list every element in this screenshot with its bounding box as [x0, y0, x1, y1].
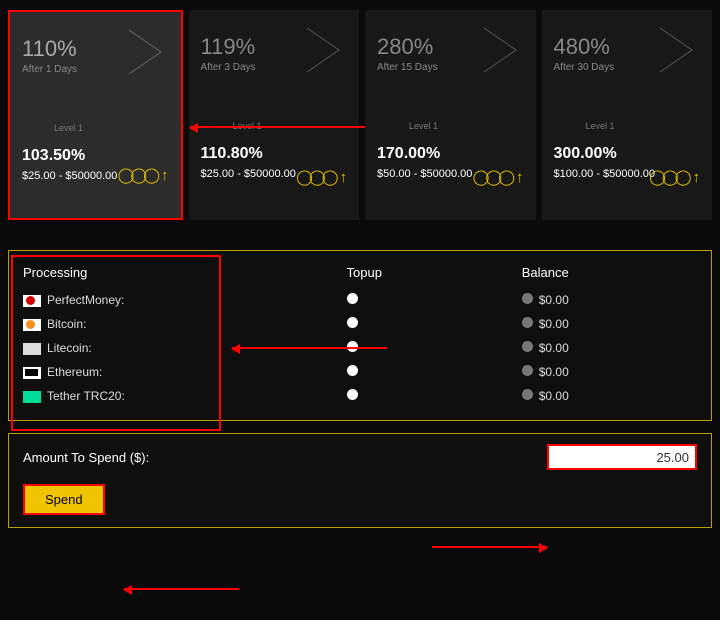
- plan-value: 300.00%: [554, 145, 701, 163]
- balance-value: $0.00: [539, 365, 569, 379]
- plan-level: Level 1: [554, 121, 701, 131]
- plan-value: 110.80%: [201, 145, 348, 163]
- table-row: Tether TRC20: $0.00: [23, 384, 697, 408]
- balance-radio[interactable]: [522, 389, 533, 400]
- plan-card-2[interactable]: 119% After 3 Days Level 1 110.80% $25.00…: [189, 10, 360, 220]
- plan-level: Level 1: [377, 121, 524, 131]
- processing-panel: Processing Topup Balance PerfectMoney: $…: [8, 250, 712, 421]
- processor-name: Ethereum:: [47, 365, 102, 379]
- balance-value: $0.00: [539, 317, 569, 331]
- plan-card-1[interactable]: 110% After 1 Days Level 1 103.50% $25.00…: [8, 10, 183, 220]
- coins-up-icon: ◯◯◯↑: [473, 168, 524, 186]
- table-row: Ethereum: $0.00: [23, 360, 697, 384]
- topup-radio[interactable]: [347, 317, 358, 328]
- table-header: Processing Topup Balance: [23, 261, 697, 288]
- plan-card-3[interactable]: 280% After 15 Days Level 1 170.00% $50.0…: [365, 10, 536, 220]
- table-row: Litecoin: $0.00: [23, 336, 697, 360]
- balance-radio[interactable]: [522, 317, 533, 328]
- processor-name: Bitcoin:: [47, 317, 86, 331]
- processor-name: PerfectMoney:: [47, 293, 124, 307]
- plans-row: 110% After 1 Days Level 1 103.50% $25.00…: [8, 10, 712, 220]
- plan-value: 103.50%: [22, 147, 169, 165]
- chevron-icon: [303, 24, 345, 76]
- header-balance: Balance: [522, 265, 697, 280]
- processor-name: Litecoin:: [47, 341, 92, 355]
- coins-up-icon: ◯◯◯↑: [118, 166, 169, 184]
- amount-panel: Amount To Spend ($): Spend: [8, 433, 712, 528]
- balance-value: $0.00: [539, 341, 569, 355]
- bitcoin-icon: [23, 319, 41, 331]
- tether-trc20-icon: [23, 391, 41, 403]
- perfectmoney-icon: [23, 295, 41, 307]
- header-topup: Topup: [347, 265, 522, 280]
- balance-value: $0.00: [539, 389, 569, 403]
- plan-level: Level 1: [201, 121, 348, 131]
- header-processing: Processing: [23, 265, 347, 280]
- chevron-icon: [125, 26, 167, 78]
- amount-label: Amount To Spend ($):: [23, 450, 149, 465]
- processor-name: Tether TRC20:: [47, 389, 125, 403]
- ethereum-icon: [23, 367, 41, 379]
- topup-radio[interactable]: [347, 293, 358, 304]
- topup-radio[interactable]: [347, 389, 358, 400]
- topup-radio[interactable]: [347, 365, 358, 376]
- plan-value: 170.00%: [377, 145, 524, 163]
- coins-up-icon: ◯◯◯↑: [649, 168, 700, 186]
- topup-radio[interactable]: [347, 341, 358, 352]
- plan-card-4[interactable]: 480% After 30 Days Level 1 300.00% $100.…: [542, 10, 713, 220]
- coins-up-icon: ◯◯◯↑: [296, 168, 347, 186]
- chevron-icon: [480, 24, 522, 76]
- annotation-arrow: [124, 588, 239, 590]
- chevron-icon: [656, 24, 698, 76]
- litecoin-icon: [23, 343, 41, 355]
- table-row: Bitcoin: $0.00: [23, 312, 697, 336]
- annotation-arrow: [432, 546, 547, 548]
- table-row: PerfectMoney: $0.00: [23, 288, 697, 312]
- balance-radio[interactable]: [522, 341, 533, 352]
- balance-radio[interactable]: [522, 365, 533, 376]
- plan-level: Level 1: [22, 123, 169, 133]
- balance-radio[interactable]: [522, 293, 533, 304]
- amount-input[interactable]: [547, 444, 697, 470]
- spend-button[interactable]: Spend: [23, 484, 105, 515]
- balance-value: $0.00: [539, 293, 569, 307]
